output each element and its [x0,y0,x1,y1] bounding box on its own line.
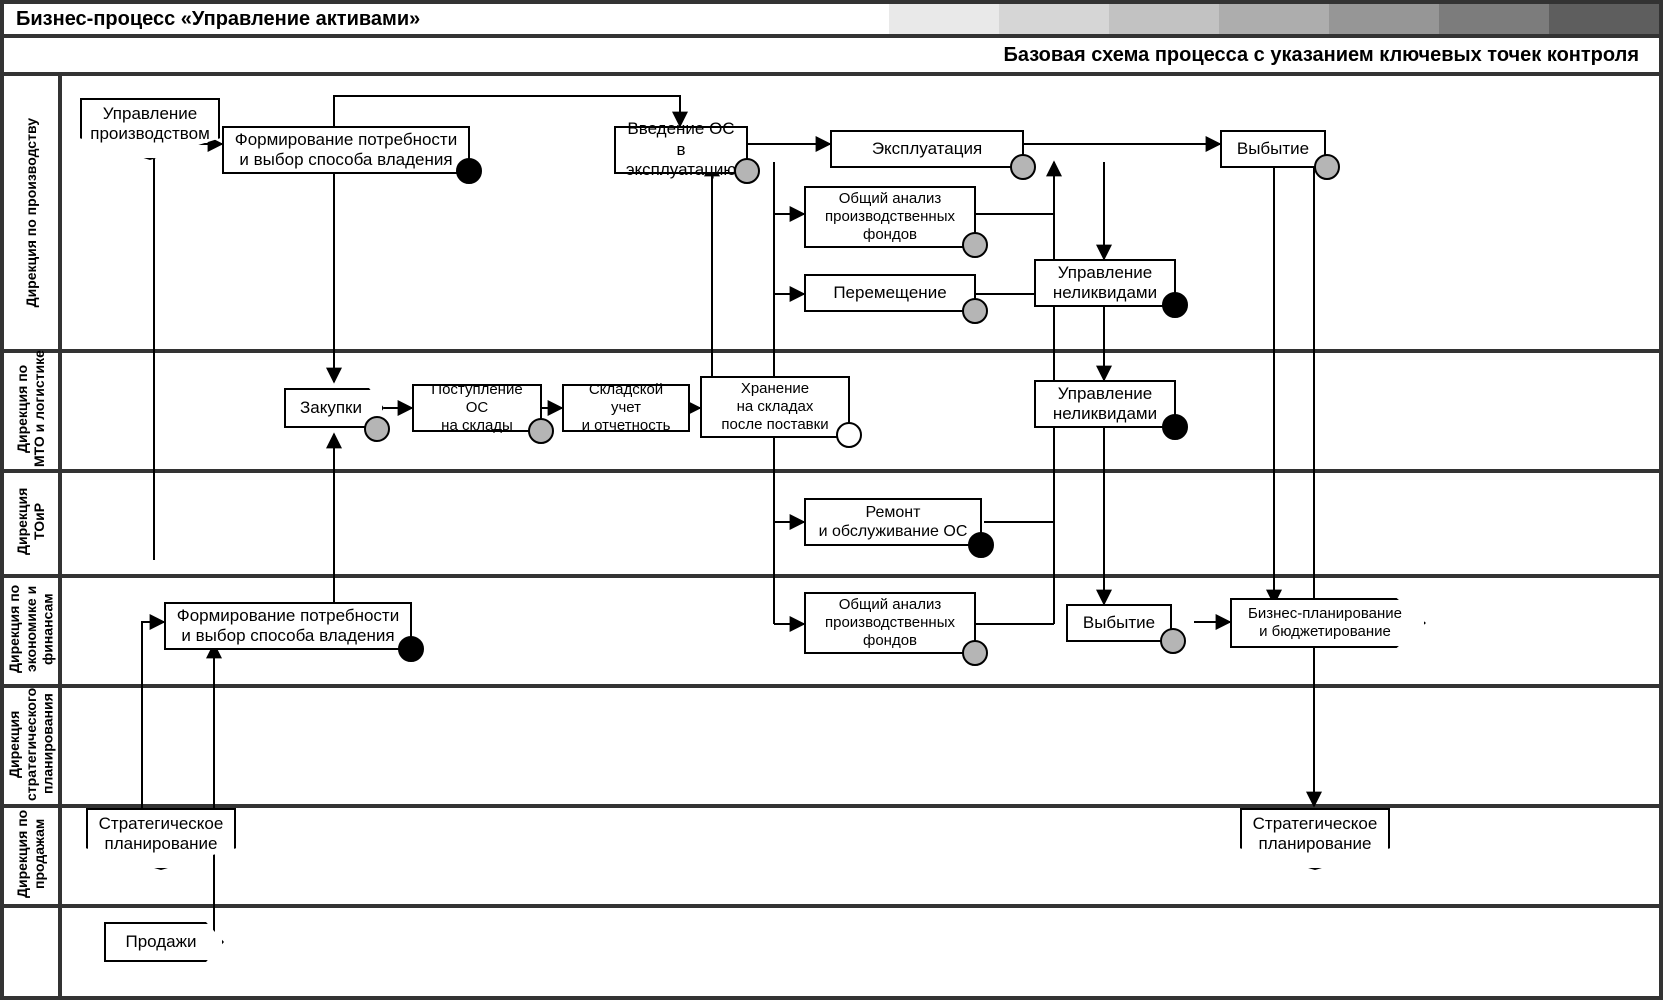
swatch [1219,4,1329,34]
control-point-icon [962,640,988,666]
lane-label: Дирекция по продажам [4,804,58,904]
node-formirovanie-2: Формирование потребности и выбор способа… [164,602,412,650]
offpage-strat-plan-2: Стратегическое планирование [1240,808,1390,870]
node-remont: Ремонт и обслуживание ОС [804,498,982,546]
offpage-upr-proizvodstvom: Управление производством [80,98,220,160]
swimlane-label-column: Дирекция по производству Дирекция по МТО… [4,76,62,996]
control-point-icon [962,298,988,324]
color-swatches [889,4,1659,34]
node-formirovanie-1: Формирование потребности и выбор способа… [222,126,470,174]
node-peremeshchenie: Перемещение [804,274,976,312]
node-vybytie-2: Выбытие [1066,604,1172,642]
node-upr-nelikvidami-2: Управление неликвидами [1034,380,1176,428]
swatch [1329,4,1439,34]
lane-label: Дирекция по МТО и логистике [4,349,58,469]
diagram-canvas: Бизнес-процесс «Управление активами» Баз… [0,0,1663,1000]
control-point-icon [1314,154,1340,180]
swatch [1439,4,1549,34]
swatch [999,4,1109,34]
lane-label: Дирекция ТОиР [4,469,58,574]
title-bar: Бизнес-процесс «Управление активами» [4,4,1659,38]
offpage-prodazhi: Продажи [104,922,224,962]
diagram-subtitle: Базовая схема процесса с указанием ключе… [1003,44,1639,67]
control-point-icon [962,232,988,258]
control-point-icon [836,422,862,448]
lane-label: Дирекция по производству [4,76,58,349]
control-point-icon [1010,154,1036,180]
node-vybytie-1: Выбытие [1220,130,1326,168]
diagram-title: Бизнес-процесс «Управление активами» [4,8,420,31]
control-point-icon [1162,414,1188,440]
swatch [1549,4,1659,34]
node-hranenie: Хранение на складах после поставки [700,376,850,438]
control-point-icon [1160,628,1186,654]
node-postuplenie-os: Поступление ОС на склады [412,384,542,432]
node-obshiy-analiz-2: Общий анализ производственных фондов [804,592,976,654]
control-point-icon [456,158,482,184]
offpage-biznes-planirovanie: Бизнес-планирование и бюджетирование [1230,598,1426,648]
control-point-icon [1162,292,1188,318]
lane-label: Дирекция стратегического планирования [4,684,58,804]
node-upr-nelikvidami-1: Управление неликвидами [1034,259,1176,307]
control-point-icon [364,416,390,442]
control-point-icon [968,532,994,558]
swatch [889,4,999,34]
offpage-strat-plan-1: Стратегическое планирование [86,808,236,870]
control-point-icon [528,418,554,444]
node-vvedenie-os: Введение ОС в эксплуатацию [614,126,748,174]
swatch [1109,4,1219,34]
node-skladskoy-uchet: Складской учет и отчетность [562,384,690,432]
node-ekspluatatsiya: Эксплуатация [830,130,1024,168]
node-obshiy-analiz-1: Общий анализ производственных фондов [804,186,976,248]
control-point-icon [734,158,760,184]
lane-label: Дирекция по экономике и финансам [4,574,58,684]
subtitle-bar: Базовая схема процесса с указанием ключе… [4,38,1659,76]
control-point-icon [398,636,424,662]
